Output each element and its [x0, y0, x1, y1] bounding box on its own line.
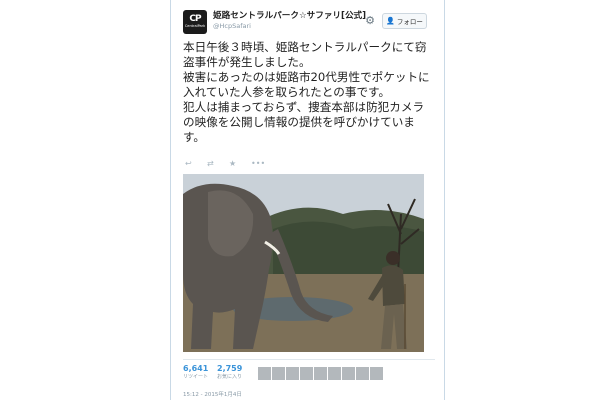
tweet-paragraph: 被害にあったのは姫路市20代男性でポケットに入れていた人参を取られたとの事です。 [183, 70, 430, 99]
elephant-photo-illustration [183, 174, 424, 352]
favorite-label: お気に入り [217, 374, 243, 380]
avatar[interactable] [356, 367, 369, 380]
favorite-icon[interactable]: ★ [229, 158, 251, 170]
tweet-card: CP CentralPark 姫路セントラルパーク☆サファリ[公式] @HcpS… [170, 0, 445, 400]
divider [183, 359, 435, 360]
logo-mark: CP [189, 14, 201, 24]
avatar[interactable] [272, 367, 285, 380]
tweet-actions: ↩ ⇄ ★ ••• [185, 158, 273, 170]
tweet-paragraph: 本日午後３時頃、姫路セントラルパークにて窃盗事件が発生しました。 [183, 40, 427, 69]
tweet-photo[interactable] [183, 174, 424, 352]
retweet-count: 6,641 [183, 364, 209, 373]
reply-icon[interactable]: ↩ [185, 158, 207, 170]
logo-text: CentralPark [184, 24, 206, 28]
account-handle[interactable]: @HcpSafari [213, 22, 366, 31]
display-name[interactable]: 姫路セントラルパーク☆サファリ[公式] [213, 10, 366, 22]
retweet-label: リツイート [183, 374, 209, 380]
avatar[interactable] [314, 367, 327, 380]
follow-button-label: フォロー [396, 18, 423, 26]
favorite-count: 2,759 [217, 364, 243, 373]
avatar[interactable] [286, 367, 299, 380]
account-avatar[interactable]: CP CentralPark [183, 10, 207, 34]
follow-button[interactable]: 👤 フォロー [382, 13, 427, 29]
tweet-stats: 6,641 リツイート 2,759 お気に入り [183, 364, 435, 386]
gear-icon[interactable]: ⚙ [364, 15, 376, 27]
avatar[interactable] [370, 367, 383, 380]
add-user-icon: 👤 [386, 17, 395, 25]
avatar[interactable] [342, 367, 355, 380]
favoriter-avatars [258, 367, 383, 380]
favorite-stat[interactable]: 2,759 お気に入り [217, 364, 242, 381]
tweet-paragraph: 犯人は捕まっておらず、捜査本部は防犯カメラの映像を公開し情報の提供を呼びかけてい… [183, 100, 425, 144]
retweet-icon[interactable]: ⇄ [207, 158, 229, 170]
avatar[interactable] [258, 367, 271, 380]
avatar[interactable] [328, 367, 341, 380]
tweet-timestamp: 15:12 - 2015年1月4日 [183, 392, 242, 398]
tweet-header: CP CentralPark 姫路セントラルパーク☆サファリ[公式] @HcpS… [183, 10, 433, 38]
avatar[interactable] [300, 367, 313, 380]
retweet-stat[interactable]: 6,641 リツイート [183, 364, 208, 381]
more-icon[interactable]: ••• [251, 158, 273, 170]
account-names: 姫路セントラルパーク☆サファリ[公式] @HcpSafari [213, 10, 366, 31]
tweet-text: 本日午後３時頃、姫路セントラルパークにて窃盗事件が発生しました。 被害にあったの… [183, 40, 435, 145]
